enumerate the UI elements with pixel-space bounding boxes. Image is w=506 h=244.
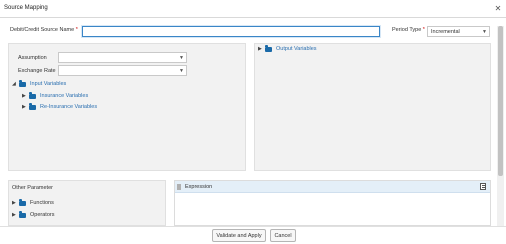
dialog-title-bar — [0, 0, 506, 18]
output-variables-panel — [254, 43, 491, 171]
tree-item-operators[interactable]: ▶ Operators — [12, 211, 54, 218]
tree-item-functions[interactable]: ▶ Functions — [12, 199, 54, 206]
expression-header — [175, 181, 490, 193]
chevron-down-icon: ▼ — [179, 54, 184, 61]
triangle-right-icon[interactable]: ▶ — [12, 212, 19, 218]
cancel-button[interactable]: Cancel — [270, 229, 296, 242]
tree-item-insurance-variables[interactable]: ▶ Insurance Variables — [22, 92, 88, 99]
validate-apply-button[interactable]: Validate and Apply — [212, 229, 266, 242]
scrollbar-thumb[interactable] — [498, 26, 503, 176]
source-name-label: Debit/Credit Source Name * — [10, 27, 78, 33]
chevron-down-icon: ▼ — [179, 67, 184, 74]
exchange-rate-select[interactable]: ▼ — [58, 65, 187, 76]
period-type-label: Period Type * — [392, 27, 425, 33]
period-type-select[interactable]: Incremental ▼ — [427, 26, 490, 37]
document-icon[interactable] — [480, 183, 486, 190]
source-name-input[interactable] — [82, 26, 380, 37]
folder-icon — [19, 80, 26, 87]
other-parameter-title: Other Parameter — [12, 185, 53, 191]
tree-item-reinsurance-variables[interactable]: ▶ Re-Insurance Variables — [22, 103, 97, 110]
triangle-down-icon[interactable]: ◢ — [12, 81, 19, 87]
exchange-rate-label: Exchange Rate — [18, 68, 56, 74]
tree-item-output-variables[interactable]: ▶ Output Variables — [258, 45, 317, 52]
assumption-select[interactable]: ▼ — [58, 52, 187, 63]
triangle-right-icon[interactable]: ▶ — [258, 46, 265, 52]
triangle-right-icon[interactable]: ▶ — [22, 104, 29, 110]
dialog-title: Source Mapping — [4, 5, 48, 11]
expression-editor[interactable] — [176, 194, 489, 225]
folder-icon — [265, 45, 272, 52]
triangle-right-icon[interactable]: ▶ — [22, 93, 29, 99]
triangle-right-icon[interactable]: ▶ — [12, 200, 19, 206]
tree-item-input-variables[interactable]: ◢ Input Variables — [12, 80, 66, 87]
folder-icon — [19, 211, 26, 218]
folder-icon — [29, 103, 36, 110]
close-icon[interactable]: ✕ — [494, 5, 502, 13]
footer-divider — [0, 226, 506, 227]
chevron-down-icon: ▼ — [482, 28, 487, 35]
folder-icon — [29, 92, 36, 99]
expression-title: Expression — [185, 184, 213, 190]
folder-icon — [19, 199, 26, 206]
assumption-label: Assumption — [18, 55, 47, 61]
drag-handle-icon[interactable] — [177, 184, 181, 190]
